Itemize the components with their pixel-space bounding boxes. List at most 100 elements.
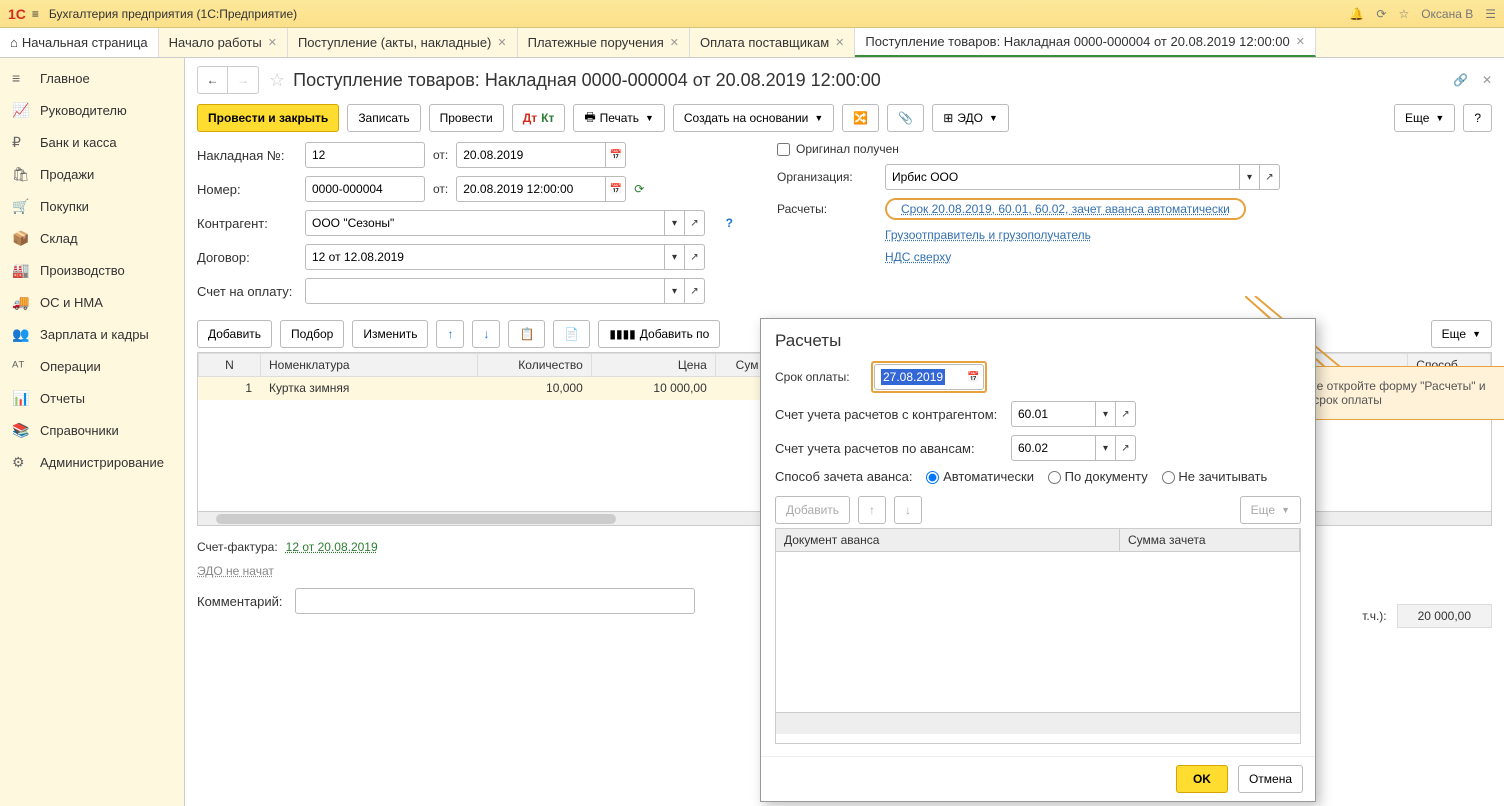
calendar-icon[interactable]: 📅 [964,364,984,390]
copy-button[interactable]: 📋 [508,320,545,348]
sidebar-item-refs[interactable]: 📚Справочники [0,414,184,446]
help-icon[interactable]: ? [722,216,737,230]
open-icon[interactable]: ↗ [1116,401,1136,427]
hamburger-icon[interactable]: ≡ [32,7,39,21]
dt-kt-button[interactable]: ДтКт [512,104,566,132]
acc-contractor-input[interactable] [1011,401,1096,427]
print-button[interactable]: 🖶Печать▼ [573,104,665,132]
radio-auto[interactable]: Автоматически [926,469,1034,484]
close-icon[interactable]: ✕ [1296,35,1305,48]
tab-vendor-payment[interactable]: Оплата поставщикам ✕ [690,28,855,57]
close-icon[interactable]: ✕ [670,36,679,49]
history-icon[interactable]: ⟳ [1376,7,1386,21]
sidebar-item-stock[interactable]: 📦Склад [0,222,184,254]
change-button[interactable]: Изменить [352,320,428,348]
close-icon[interactable]: ✕ [497,36,506,49]
user-name[interactable]: Оксана В [1421,7,1473,21]
table-more-button[interactable]: Еще▼ [1431,320,1492,348]
tab-receipt-doc[interactable]: Поступление товаров: Накладная 0000-0000… [855,28,1316,57]
tab-start[interactable]: Начало работы ✕ [159,28,288,57]
dropdown-icon[interactable]: ▾ [665,210,685,236]
close-icon[interactable]: ✕ [268,36,277,49]
number-date-input[interactable] [456,176,606,202]
close-page-icon[interactable]: ✕ [1482,73,1492,87]
open-icon[interactable]: ↗ [1116,435,1136,461]
sidebar-item-assets[interactable]: 🚚ОС и НМА [0,286,184,318]
organization-input[interactable] [885,164,1240,190]
col-advance-doc[interactable]: Документ аванса [776,529,1120,551]
sidebar-item-sales[interactable]: 🛍Продажи [0,158,184,190]
calendar-icon[interactable]: 📅 [606,142,626,168]
col-price[interactable]: Цена [591,354,715,377]
settlements-link[interactable]: Срок 20.08.2019, 60.01, 60.02, зачет ава… [901,202,1230,216]
tab-payments[interactable]: Платежные поручения ✕ [518,28,690,57]
contractor-input[interactable] [305,210,665,236]
pick-button[interactable]: Подбор [280,320,344,348]
invoice-link[interactable]: 12 от 20.08.2019 [286,540,378,554]
create-based-button[interactable]: Создать на основании▼ [673,104,834,132]
help-button[interactable]: ? [1463,104,1492,132]
sidebar-item-production[interactable]: 🏭Производство [0,254,184,286]
open-icon[interactable]: ↗ [685,210,705,236]
col-qty[interactable]: Количество [478,354,592,377]
sidebar-item-purchases[interactable]: 🛒Покупки [0,190,184,222]
account-input[interactable] [305,278,665,304]
more-button[interactable]: Еще▼ [1394,104,1455,132]
col-advance-sum[interactable]: Сумма зачета [1120,529,1300,551]
contract-input[interactable] [305,244,665,270]
menu-icon[interactable]: ☰ [1485,7,1496,21]
attach-button[interactable]: 📎 [887,104,924,132]
radio-none[interactable]: Не зачитывать [1162,469,1268,484]
col-n[interactable]: N [199,354,261,377]
sidebar-item-manager[interactable]: 📈Руководителю [0,94,184,126]
dropdown-icon[interactable]: ▾ [1096,401,1116,427]
col-nomen[interactable]: Номенклатура [261,354,478,377]
post-close-button[interactable]: Провести и закрыть [197,104,339,132]
comment-input[interactable] [295,588,695,614]
nds-link[interactable]: НДС сверху [885,250,951,264]
cancel-button[interactable]: Отмена [1238,765,1303,793]
link-icon[interactable]: 🔗 [1453,73,1468,87]
refresh-icon[interactable]: ⟳ [634,182,644,196]
tab-receipts[interactable]: Поступление (акты, накладные) ✕ [288,28,518,57]
edo-status-link[interactable]: ЭДО не начат [197,564,274,578]
open-icon[interactable]: ↗ [685,244,705,270]
dropdown-icon[interactable]: ▾ [1240,164,1260,190]
scroll-thumb[interactable] [216,514,616,524]
dropdown-icon[interactable]: ▾ [665,278,685,304]
move-down-button[interactable]: ↓ [472,320,500,348]
sidebar-item-hr[interactable]: 👥Зарплата и кадры [0,318,184,350]
nav-forward-button[interactable]: → [228,67,258,93]
paste-button[interactable]: 📄 [553,320,590,348]
tab-home[interactable]: ⌂ Начальная страница [0,28,159,57]
move-up-button[interactable]: ↑ [436,320,464,348]
invoice-no-input[interactable] [305,142,425,168]
edo-button[interactable]: ⊞ЭДО▼ [932,104,1009,132]
related-button[interactable]: 🔀 [842,104,879,132]
favorite-icon[interactable]: ☆ [269,70,285,91]
acc-advance-input[interactable] [1011,435,1096,461]
number-input[interactable] [305,176,425,202]
sidebar-item-admin[interactable]: ⚙Администрирование [0,446,184,478]
open-icon[interactable]: ↗ [1260,164,1280,190]
calendar-icon[interactable]: 📅 [606,176,626,202]
dropdown-icon[interactable]: ▾ [1096,435,1116,461]
ok-button[interactable]: OK [1176,765,1228,793]
sidebar-item-operations[interactable]: ᴬᵀОперации [0,350,184,382]
bell-icon[interactable]: 🔔 [1349,7,1364,21]
star-icon[interactable]: ☆ [1398,7,1409,21]
open-icon[interactable]: ↗ [685,278,705,304]
sidebar-item-main[interactable]: ≡Главное [0,62,184,94]
radio-doc[interactable]: По документу [1048,469,1148,484]
original-received-checkbox[interactable] [777,143,790,156]
write-button[interactable]: Записать [347,104,420,132]
due-date-input[interactable]: 27.08.2019 [874,364,964,390]
sidebar-item-reports[interactable]: 📊Отчеты [0,382,184,414]
add-by-barcode-button[interactable]: ▮▮▮▮ Добавить по [598,320,720,348]
dropdown-icon[interactable]: ▾ [665,244,685,270]
add-row-button[interactable]: Добавить [197,320,272,348]
post-button[interactable]: Провести [429,104,504,132]
nav-back-button[interactable]: ← [198,67,228,93]
invoice-date-input[interactable] [456,142,606,168]
shipper-link[interactable]: Грузоотправитель и грузополучатель [885,228,1091,242]
